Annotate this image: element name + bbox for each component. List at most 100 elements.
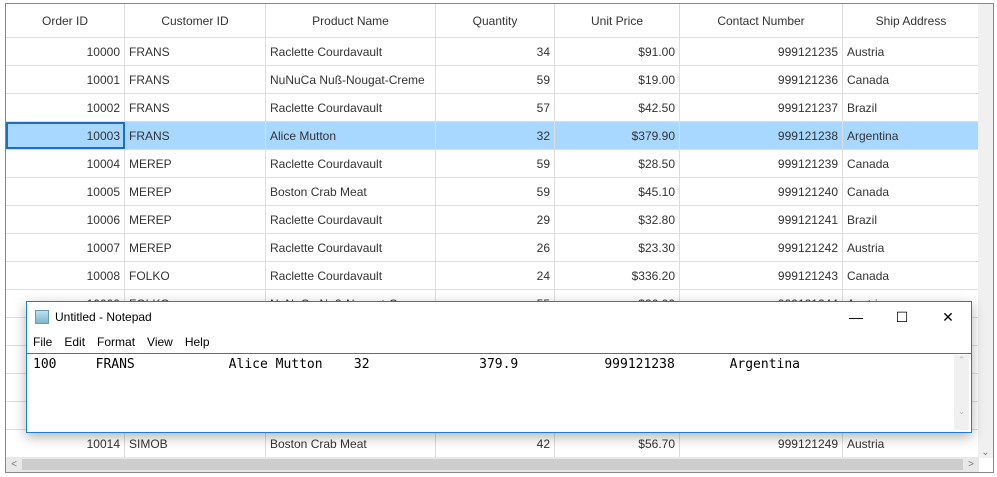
cell[interactable]: MEREP <box>125 150 266 177</box>
notepad-vertical-scrollbar[interactable]: ⌃ ⌄ <box>954 355 969 430</box>
cell[interactable]: NuNuCa Nuß-Nougat-Creme <box>266 66 436 93</box>
vertical-scrollbar[interactable]: ⌄ <box>978 4 993 458</box>
cell[interactable]: 999121240 <box>680 178 843 205</box>
cell[interactable]: 59 <box>436 178 555 205</box>
column-header[interactable]: Unit Price <box>555 4 680 38</box>
cell[interactable]: 10008 <box>6 262 125 289</box>
cell[interactable]: Canada <box>843 66 980 93</box>
scroll-left-icon[interactable]: < <box>6 457 22 472</box>
cell[interactable]: Argentina <box>843 122 980 149</box>
cell[interactable]: MEREP <box>125 178 266 205</box>
cell[interactable]: Austria <box>843 234 980 261</box>
cell[interactable]: 24 <box>436 262 555 289</box>
cell[interactable]: Raclette Courdavault <box>266 206 436 233</box>
cell[interactable]: 999121239 <box>680 150 843 177</box>
cell[interactable]: Raclette Courdavault <box>266 94 436 121</box>
cell[interactable]: 32 <box>436 122 555 149</box>
cell[interactable]: $91.00 <box>555 38 680 65</box>
scroll-down-icon[interactable]: ⌄ <box>978 447 993 458</box>
cell[interactable]: 10007 <box>6 234 125 261</box>
table-row[interactable]: 10001 FRANS NuNuCa Nuß-Nougat-Creme 59 $19.0… <box>6 66 980 94</box>
cell[interactable]: Raclette Courdavault <box>266 38 436 65</box>
notepad-text-area[interactable]: 100 FRANS Alice Mutton 32 379.9 99912123… <box>27 353 971 432</box>
header-row[interactable]: Order ID Customer ID Product Name Quantity U… <box>6 4 980 38</box>
cell[interactable]: Boston Crab Meat <box>266 178 436 205</box>
scroll-thumb[interactable] <box>22 459 963 470</box>
cell[interactable]: MEREP <box>125 234 266 261</box>
cell[interactable]: MEREP <box>125 206 266 233</box>
cell[interactable]: 999121236 <box>680 66 843 93</box>
cell[interactable]: 29 <box>436 206 555 233</box>
cell[interactable]: 999121243 <box>680 262 843 289</box>
maximize-button[interactable]: ☐ <box>879 302 925 332</box>
cell[interactable]: FOLKO <box>125 262 266 289</box>
table-row[interactable]: 10014 SIMOB Boston Crab Meat 42 $56.70 999121… <box>6 430 980 458</box>
table-row[interactable]: 10007 MEREP Raclette Courdavault 26 $23.30 99… <box>6 234 980 262</box>
notepad-window[interactable]: Untitled - Notepad — ☐ ✕ File Edit Forma… <box>26 301 972 433</box>
menu-help[interactable]: Help <box>185 335 210 349</box>
cell[interactable]: FRANS <box>125 66 266 93</box>
cell[interactable]: Brazil <box>843 206 980 233</box>
menu-file[interactable]: File <box>33 335 52 349</box>
cell[interactable]: $45.10 <box>555 178 680 205</box>
table-row[interactable]: 10005 MEREP Boston Crab Meat 59 $45.10 999121… <box>6 178 980 206</box>
cell[interactable]: 999121249 <box>680 430 843 457</box>
cell[interactable]: 10006 <box>6 206 125 233</box>
table-row[interactable]: 10008 FOLKO Raclette Courdavault 24 $336.20 9… <box>6 262 980 290</box>
table-row[interactable]: 10004 MEREP Raclette Courdavault 59 $28.50 99… <box>6 150 980 178</box>
cell[interactable]: $32.80 <box>555 206 680 233</box>
cell[interactable]: FRANS <box>125 122 266 149</box>
cell[interactable]: $42.50 <box>555 94 680 121</box>
cell[interactable]: Canada <box>843 262 980 289</box>
cell[interactable]: FRANS <box>125 38 266 65</box>
cell[interactable]: $23.30 <box>555 234 680 261</box>
table-row[interactable]: 10006 MEREP Raclette Courdavault 29 $32.80 99… <box>6 206 980 234</box>
scroll-right-icon[interactable]: > <box>963 457 979 472</box>
cell[interactable]: 999121238 <box>680 122 843 149</box>
cell[interactable]: 999121241 <box>680 206 843 233</box>
cell[interactable]: $379.90 <box>555 122 680 149</box>
cell[interactable]: 10001 <box>6 66 125 93</box>
cell[interactable]: 34 <box>436 38 555 65</box>
cell[interactable]: $28.50 <box>555 150 680 177</box>
cell[interactable]: Raclette Courdavault <box>266 262 436 289</box>
minimize-button[interactable]: — <box>833 302 879 332</box>
menu-edit[interactable]: Edit <box>64 335 85 349</box>
cell[interactable]: FRANS <box>125 94 266 121</box>
cell[interactable]: 10002 <box>6 94 125 121</box>
cell[interactable]: 10003 <box>6 122 125 149</box>
column-header[interactable]: Order ID <box>6 4 125 38</box>
column-header[interactable]: Quantity <box>436 4 555 38</box>
cell[interactable]: Alice Mutton <box>266 122 436 149</box>
cell[interactable]: Austria <box>843 430 980 457</box>
menu-format[interactable]: Format <box>97 335 135 349</box>
cell[interactable]: 10000 <box>6 38 125 65</box>
cell[interactable]: 57 <box>436 94 555 121</box>
cell[interactable]: 42 <box>436 430 555 457</box>
column-header[interactable]: Customer ID <box>125 4 266 38</box>
horizontal-scrollbar[interactable]: < > <box>6 457 979 472</box>
cell[interactable]: Brazil <box>843 94 980 121</box>
cell[interactable]: Austria <box>843 38 980 65</box>
cell[interactable]: $19.00 <box>555 66 680 93</box>
cell[interactable]: SIMOB <box>125 430 266 457</box>
notepad-title-bar[interactable]: Untitled - Notepad — ☐ ✕ <box>27 302 971 332</box>
cell[interactable]: $336.20 <box>555 262 680 289</box>
close-button[interactable]: ✕ <box>925 302 971 332</box>
cell[interactable]: 10005 <box>6 178 125 205</box>
column-header[interactable]: Contact Number <box>680 4 843 38</box>
cell[interactable]: 59 <box>436 66 555 93</box>
cell[interactable]: 999121242 <box>680 234 843 261</box>
cell[interactable]: 999121237 <box>680 94 843 121</box>
cell[interactable]: 999121235 <box>680 38 843 65</box>
cell[interactable]: 10014 <box>6 430 125 457</box>
cell[interactable]: Canada <box>843 178 980 205</box>
menu-view[interactable]: View <box>147 335 173 349</box>
cell[interactable]: Boston Crab Meat <box>266 430 436 457</box>
cell[interactable]: Raclette Courdavault <box>266 150 436 177</box>
column-header[interactable]: Product Name <box>266 4 436 38</box>
cell[interactable]: 26 <box>436 234 555 261</box>
cell[interactable]: $56.70 <box>555 430 680 457</box>
table-row[interactable]: 10000 FRANS Raclette Courdavault 34 $91.00 99… <box>6 38 980 66</box>
cell[interactable]: 59 <box>436 150 555 177</box>
